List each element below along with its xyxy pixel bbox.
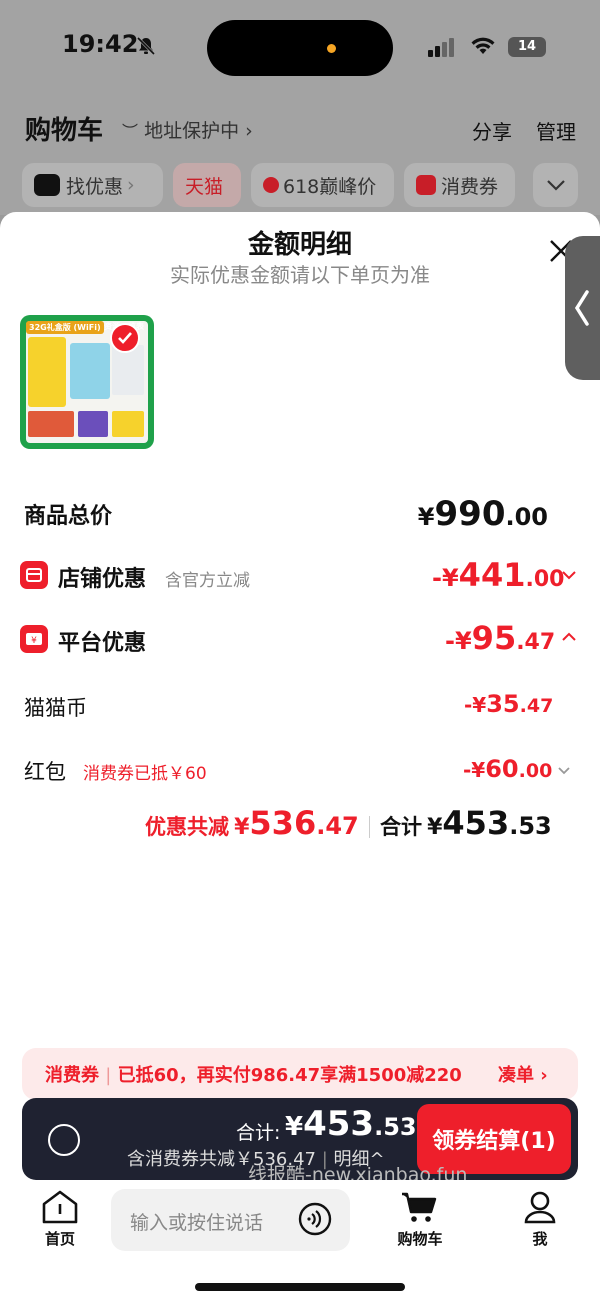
filter-chip-618[interactable]: 618巅峰价 <box>251 163 394 207</box>
signal-icon <box>428 38 456 57</box>
product-badge: 32G礼盒版 (WiFi) <box>26 321 104 334</box>
clock-icon <box>263 177 279 193</box>
search-placeholder: 输入或按住说话 <box>130 1212 264 1234</box>
chevron-right-icon: › <box>127 174 135 196</box>
chevron-up-icon[interactable] <box>561 632 577 642</box>
side-drawer-handle[interactable] <box>565 236 600 380</box>
platform-discount-value[interactable]: -¥95.47 <box>445 619 555 657</box>
tab-cart-label: 购物车 <box>397 1230 443 1248</box>
coupon-icon <box>416 175 436 195</box>
tab-cart[interactable]: 购物车 <box>390 1190 450 1249</box>
shop-icon <box>20 561 48 589</box>
chevron-right-icon: › <box>540 1065 548 1086</box>
cat-coin-label: 猫猫币 <box>24 696 87 720</box>
shop-discount-value[interactable]: -¥441.00 <box>432 556 564 594</box>
red-packet-value[interactable]: -¥60.00 <box>463 755 552 783</box>
tab-me-label: 我 <box>532 1230 548 1248</box>
sheet-title: 金额明细 <box>247 230 352 260</box>
filter-expand-button[interactable] <box>533 163 578 207</box>
page-title: 购物车 <box>25 116 104 146</box>
tab-me[interactable]: 我 <box>510 1190 570 1249</box>
goods-total-label: 商品总价 <box>24 504 113 529</box>
user-icon <box>524 1191 556 1224</box>
dynamic-island <box>207 20 393 76</box>
chevron-down-icon[interactable] <box>561 570 577 580</box>
goods-total-value: ¥990.00 <box>417 494 548 534</box>
cat-face-icon <box>34 174 60 196</box>
shop-discount-hint: 含官方立减 <box>165 571 250 591</box>
chevron-down-icon[interactable] <box>557 766 571 775</box>
product-piano-art <box>28 411 74 437</box>
add-items-link[interactable]: 凑单 › <box>498 1061 548 1087</box>
home-icon <box>42 1190 78 1224</box>
shop-discount-label: 店铺优惠 <box>58 567 147 592</box>
select-all-radio[interactable] <box>48 1124 80 1156</box>
cat-coin-value: -¥35.47 <box>464 690 554 718</box>
tab-home[interactable]: 首页 <box>30 1190 90 1249</box>
product-box-art <box>28 337 66 407</box>
total-summary: 合计 ¥453.53 <box>380 804 552 842</box>
manage-button[interactable]: 管理 <box>536 116 576 145</box>
filter-chip-coupon[interactable]: 消费券 <box>404 163 515 207</box>
bell-muted-icon <box>136 36 156 56</box>
discount-summary: 优惠共减 ¥536.47 <box>145 804 359 842</box>
checkout-total-value: ¥453.53 <box>285 1104 417 1144</box>
cart-icon <box>402 1192 437 1222</box>
product-thumbnail[interactable]: 32G礼盒版 (WiFi) 资源一览表 <box>20 315 154 449</box>
wifi-icon <box>471 37 495 54</box>
product-card-art <box>78 411 108 437</box>
product-card-art <box>112 411 144 437</box>
red-packet-hint: 消费券已抵￥60 <box>83 764 207 784</box>
filter-chip-label: 消费券 <box>441 175 499 198</box>
battery-indicator: 14 <box>508 37 546 57</box>
chevron-down-icon <box>546 180 565 191</box>
chevron-left-icon <box>574 290 589 326</box>
eye-closed-icon: ︶ <box>122 122 139 141</box>
tab-home-label: 首页 <box>44 1230 75 1248</box>
checkout-total-label: 合计: <box>236 1122 281 1144</box>
coupon-banner-text: 消费券 | 已抵60，再实付986.47享满1500减220 <box>45 1065 462 1086</box>
filter-chip-tmall[interactable]: 天猫 <box>173 163 241 207</box>
recording-indicator-icon <box>327 44 336 53</box>
red-packet-label: 红包 <box>24 760 66 784</box>
product-poster-art <box>70 343 110 399</box>
summary-divider <box>369 816 370 838</box>
selected-check-icon[interactable] <box>110 323 140 353</box>
platform-coupon-icon: ¥ <box>20 625 48 653</box>
voice-icon[interactable] <box>298 1202 332 1236</box>
platform-discount-label: 平台优惠 <box>58 631 147 656</box>
home-indicator <box>195 1283 405 1291</box>
chevron-right-icon: › <box>245 120 253 142</box>
filter-chip-label: 618巅峰价 <box>283 175 377 198</box>
filter-chip-deals[interactable]: 找优惠 › <box>22 163 163 207</box>
svg-text:¥: ¥ <box>31 636 37 646</box>
filter-chip-label: 天猫 <box>185 175 224 198</box>
sheet-subtitle: 实际优惠金额请以下单页为准 <box>170 263 430 287</box>
address-protection-label: 地址保护中 <box>144 120 240 142</box>
filter-chip-label: 找优惠 <box>66 175 124 198</box>
share-button[interactable]: 分享 <box>472 116 512 145</box>
status-time: 19:42 <box>62 30 139 58</box>
address-protection-link[interactable]: ︶ 地址保护中 › <box>122 116 253 143</box>
